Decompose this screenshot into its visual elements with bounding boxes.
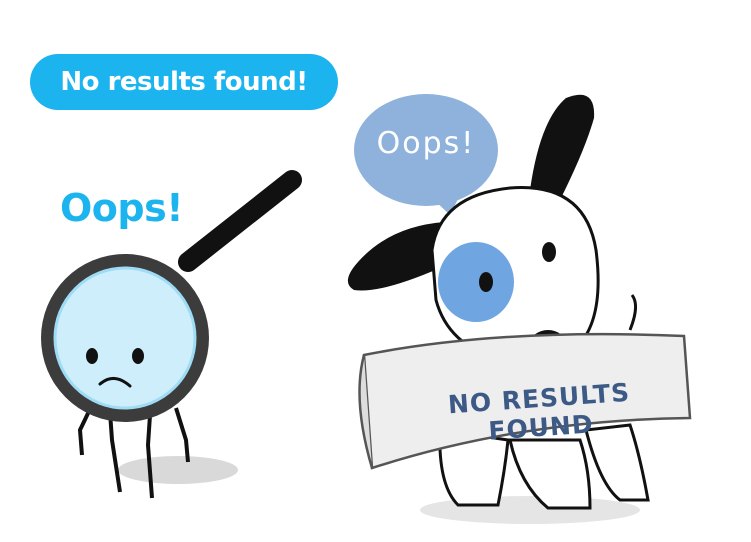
right-eye (132, 348, 144, 364)
leg-3 (145, 414, 154, 499)
left-eye (86, 348, 98, 364)
dog-left-eye (479, 272, 493, 292)
magnifier-character (41, 170, 302, 499)
dog-right-eye (542, 242, 556, 262)
magnifier-shadow (118, 456, 238, 484)
leg-4 (174, 407, 190, 463)
dog-left-ear (347, 222, 445, 291)
magnifier-handle (178, 170, 302, 272)
illustration (41, 94, 692, 524)
dog-speech-text: Oops! (376, 126, 476, 161)
magnifier-lens (53, 266, 197, 410)
dog-eye-patch (438, 242, 514, 322)
dog-right-ear (530, 94, 595, 200)
dog-tail (628, 294, 637, 331)
leg-2 (108, 411, 122, 493)
